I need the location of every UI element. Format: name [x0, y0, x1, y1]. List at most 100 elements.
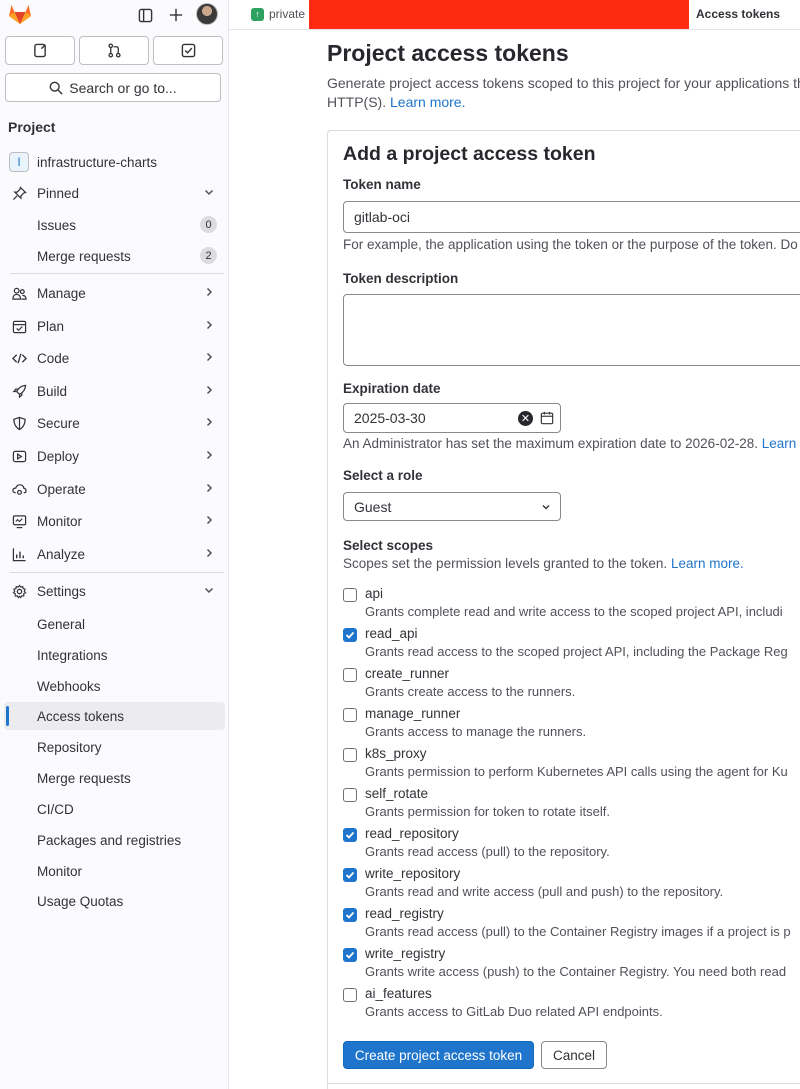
- scope-checkbox[interactable]: [343, 708, 357, 722]
- token-description-label: Token description: [343, 271, 459, 286]
- scope-checkbox[interactable]: [343, 988, 357, 1002]
- scope-checkbox[interactable]: [343, 588, 357, 602]
- scope-api[interactable]: api Grants complete read and write access…: [343, 586, 800, 626]
- chevron-right-icon: [206, 483, 213, 493]
- scope-checkbox[interactable]: [343, 628, 357, 642]
- search-button[interactable]: Search or go to...: [5, 73, 221, 102]
- sidebar-item-ci-cd[interactable]: CI/CD: [4, 795, 225, 823]
- sidebar-item-manage[interactable]: Manage: [4, 279, 225, 307]
- token-description-input[interactable]: [343, 294, 800, 366]
- learn-more-link[interactable]: Learn more.: [390, 94, 465, 110]
- scope-read-registry[interactable]: read_registry Grants read access (pull) t…: [343, 906, 800, 946]
- calendar-icon[interactable]: [540, 411, 554, 425]
- check-icon: [345, 911, 355, 919]
- scope-self-rotate[interactable]: self_rotate Grants permission for token t…: [343, 786, 800, 826]
- breadcrumb-label: private: [269, 7, 306, 21]
- sidebar-item-issues[interactable]: Issues 0: [4, 211, 225, 239]
- chevron-right-icon: [206, 287, 213, 297]
- description-line: HTTP(S).: [327, 94, 387, 110]
- search-icon: [49, 81, 63, 95]
- scope-checkbox[interactable]: [343, 828, 357, 842]
- scope-read-api[interactable]: read_api Grants read access to the scoped…: [343, 626, 800, 666]
- scope-ai-features[interactable]: ai_features Grants access to GitLab Duo r…: [343, 986, 800, 1026]
- gear-icon: [10, 582, 28, 600]
- sidebar-item-general[interactable]: General: [4, 610, 225, 638]
- sidebar-item-webhooks[interactable]: Webhooks: [4, 672, 225, 700]
- scope-manage-runner[interactable]: manage_runner Grants access to manage the…: [343, 706, 800, 746]
- scope-description: Grants read access (pull) to the Contain…: [365, 924, 791, 939]
- sidebar-item-settings-monitor[interactable]: Monitor: [4, 857, 225, 885]
- sidebar-item-settings[interactable]: Settings: [4, 577, 225, 605]
- scope-name: ai_features: [365, 986, 432, 1001]
- project-link[interactable]: I infrastructure-charts: [4, 148, 225, 176]
- sidebar-item-build[interactable]: Build: [4, 377, 225, 405]
- breadcrumb-private[interactable]: ↑ private: [251, 7, 305, 21]
- scope-checkbox[interactable]: [343, 748, 357, 762]
- scope-checkbox[interactable]: [343, 948, 357, 962]
- chevron-right-icon: [206, 548, 213, 558]
- role-select[interactable]: Guest: [343, 492, 561, 521]
- issues-button[interactable]: [5, 36, 75, 65]
- sidebar-item-label: Build: [37, 383, 68, 399]
- count-badge: 2: [200, 247, 217, 264]
- scope-k8s-proxy[interactable]: k8s_proxy Grants permission to perform Ku…: [343, 746, 800, 786]
- chevron-right-icon: [206, 352, 213, 362]
- cancel-button[interactable]: Cancel: [541, 1041, 607, 1069]
- expiration-learn-link[interactable]: Learn: [762, 436, 797, 451]
- create-token-button[interactable]: Create project access token: [343, 1041, 534, 1069]
- expiration-date-label: Expiration date: [343, 381, 441, 396]
- sidebar-item-label: Issues: [37, 217, 77, 233]
- chevron-right-icon: [206, 320, 213, 330]
- expiration-help: An Administrator has set the maximum exp…: [343, 436, 796, 451]
- page-title: Project access tokens: [327, 40, 569, 66]
- scope-checkbox[interactable]: [343, 908, 357, 922]
- sidebar-item-pinned[interactable]: Pinned: [4, 179, 225, 207]
- sidebar-item-code[interactable]: Code: [4, 344, 225, 372]
- clear-icon[interactable]: ✕: [518, 411, 533, 426]
- merge-requests-button[interactable]: [79, 36, 149, 65]
- scope-description: Grants read access to the scoped project…: [365, 644, 788, 659]
- sidebar-item-packages-registries[interactable]: Packages and registries: [4, 826, 225, 854]
- sidebar-item-plan[interactable]: Plan: [4, 312, 225, 340]
- scope-write-registry[interactable]: write_registry Grants write access (push)…: [343, 946, 800, 986]
- plus-icon[interactable]: [166, 5, 186, 25]
- sidebar-item-operate[interactable]: Operate: [4, 475, 225, 503]
- toggle-sidebar-icon[interactable]: [135, 5, 155, 25]
- merge-request-icon: [107, 43, 121, 58]
- sidebar-item-settings-merge-requests[interactable]: Merge requests: [4, 764, 225, 792]
- rocket-icon: [10, 382, 28, 400]
- sidebar-item-label: Pinned: [37, 185, 80, 201]
- scopes-learn-link[interactable]: Learn more.: [671, 556, 744, 571]
- todo-button[interactable]: [153, 36, 223, 65]
- sidebar-item-integrations[interactable]: Integrations: [4, 641, 225, 669]
- scope-create-runner[interactable]: create_runner Grants create access to the…: [343, 666, 800, 706]
- expiration-help-text: An Administrator has set the maximum exp…: [343, 436, 758, 451]
- sidebar-item-merge-requests[interactable]: Merge requests 2: [4, 242, 225, 270]
- scope-description: Grants read and write access (pull and p…: [365, 884, 724, 899]
- page-description: Generate project access tokens scoped to…: [327, 74, 800, 112]
- sidebar-item-secure[interactable]: Secure: [4, 409, 225, 437]
- sidebar-item-analyze[interactable]: Analyze: [4, 540, 225, 568]
- token-name-input[interactable]: gitlab-oci: [343, 201, 800, 233]
- gitlab-logo-icon[interactable]: [8, 3, 32, 25]
- sidebar-item-access-tokens[interactable]: Access tokens: [4, 702, 225, 730]
- scope-write-repository[interactable]: write_repository Grants read and write ac…: [343, 866, 800, 906]
- scope-read-repository[interactable]: read_repository Grants read access (pull)…: [343, 826, 800, 866]
- expiration-date-input[interactable]: 2025-03-30 ✕: [343, 403, 561, 433]
- scope-description: Grants permission to perform Kubernetes …: [365, 764, 788, 779]
- users-icon: [10, 284, 28, 302]
- sidebar-item-monitor[interactable]: Monitor: [4, 507, 225, 535]
- count-badge: 0: [200, 216, 217, 233]
- sidebar-item-usage-quotas[interactable]: Usage Quotas: [4, 887, 225, 915]
- scope-checkbox[interactable]: [343, 868, 357, 882]
- scopes-help-text: Scopes set the permission levels granted…: [343, 556, 668, 571]
- user-avatar[interactable]: [196, 3, 218, 25]
- scope-checkbox[interactable]: [343, 668, 357, 682]
- search-label: Search or go to...: [69, 79, 177, 96]
- check-icon: [345, 951, 355, 959]
- sidebar-item-deploy[interactable]: Deploy: [4, 442, 225, 470]
- scopes-help: Scopes set the permission levels granted…: [343, 556, 744, 571]
- scope-name: create_runner: [365, 666, 450, 681]
- scope-checkbox[interactable]: [343, 788, 357, 802]
- sidebar-item-repository[interactable]: Repository: [4, 733, 225, 761]
